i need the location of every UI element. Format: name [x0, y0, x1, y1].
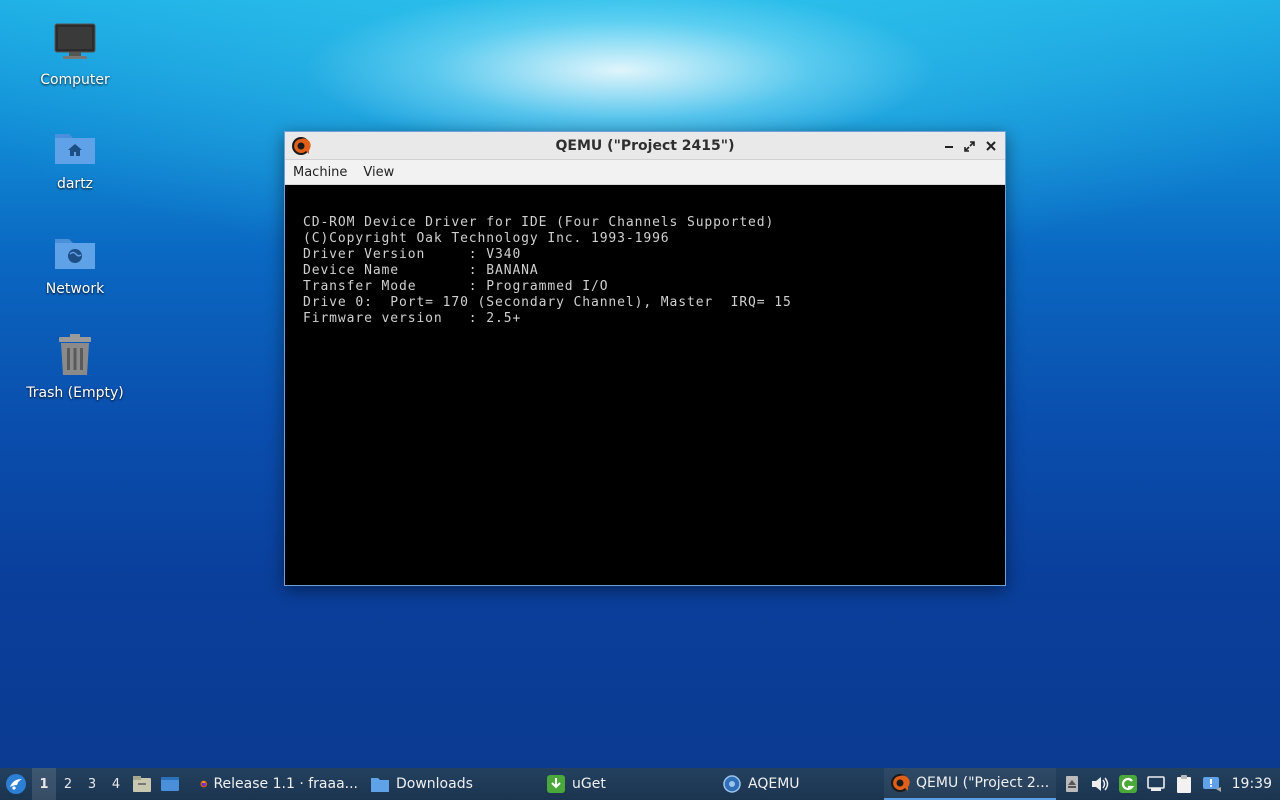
console-line: CD-ROM Device Driver for IDE (Four Chann…	[303, 215, 775, 230]
clock[interactable]: 19:39	[1226, 776, 1280, 792]
task-label: QEMU ("Project 2...	[916, 775, 1050, 791]
menu-view[interactable]: View	[355, 160, 402, 185]
task-label: AQEMU	[748, 776, 800, 792]
qemu-logo-icon	[891, 774, 910, 792]
workspace-2[interactable]: 2	[56, 768, 80, 800]
desktop-icon-label: dartz	[56, 176, 94, 192]
vm-display[interactable]: CD-ROM Device Driver for IDE (Four Chann…	[285, 186, 1005, 585]
uget-icon	[547, 775, 565, 793]
window-title: QEMU ("Project 2415")	[555, 137, 735, 154]
desktop-icon-trash[interactable]: Trash (Empty)	[15, 331, 135, 401]
trash-icon	[51, 331, 99, 379]
qemu-logo-icon	[291, 136, 311, 156]
task-uget[interactable]: uGet	[540, 768, 716, 800]
file-manager-launcher-icon[interactable]	[128, 768, 156, 800]
desktop-icon-label: Network	[45, 281, 105, 297]
computer-icon	[51, 18, 99, 66]
console-line: Firmware version : 2.5+	[303, 311, 522, 326]
qemu-window[interactable]: QEMU ("Project 2415") Machine View CD-RO…	[284, 131, 1006, 586]
uget-tray-icon[interactable]	[1114, 768, 1142, 800]
network-folder-icon	[51, 227, 99, 275]
lubuntu-logo-icon	[6, 774, 26, 794]
home-folder-icon	[51, 122, 99, 170]
console-line: Transfer Mode : Programmed I/O	[303, 279, 609, 294]
window-titlebar[interactable]: QEMU ("Project 2415")	[285, 132, 1005, 160]
aqemu-icon	[723, 775, 741, 793]
console-line: Device Name : BANANA	[303, 263, 539, 278]
clipboard-icon[interactable]	[1170, 768, 1198, 800]
console-line: Drive 0: Port= 170 (Secondary Channel), …	[303, 295, 792, 310]
desktop-icon-computer[interactable]: Computer	[15, 18, 135, 88]
task-aqemu[interactable]: AQEMU	[716, 768, 884, 800]
workspace-3[interactable]: 3	[80, 768, 104, 800]
console-line: Driver Version : V340	[303, 247, 522, 262]
task-firefox[interactable]: Release 1.1 · fraaa...	[194, 768, 364, 800]
firefox-icon	[200, 780, 208, 788]
show-desktop-icon[interactable]	[156, 768, 184, 800]
folder-icon	[371, 778, 389, 792]
maximize-button[interactable]	[961, 138, 978, 154]
task-label: Downloads	[396, 776, 473, 792]
task-label: Release 1.1 · fraaa...	[213, 776, 358, 792]
volume-icon[interactable]	[1086, 768, 1114, 800]
desktop-icon-home-folder[interactable]: dartz	[15, 122, 135, 192]
workspace-1[interactable]: 1	[32, 768, 56, 800]
network-icon[interactable]	[1142, 768, 1170, 800]
desktop-icon-label: Computer	[40, 72, 110, 88]
task-label: uGet	[572, 776, 606, 792]
desktop-icon-network[interactable]: Network	[15, 227, 135, 297]
task-qemu[interactable]: QEMU ("Project 2...	[884, 768, 1056, 800]
console-line: (C)Copyright Oak Technology Inc. 1993-19…	[303, 231, 670, 246]
menu-machine[interactable]: Machine	[285, 160, 355, 185]
window-menubar: Machine View	[285, 160, 1005, 185]
update-notifier-icon[interactable]	[1198, 768, 1226, 800]
task-downloads[interactable]: Downloads	[364, 768, 540, 800]
close-button[interactable]	[982, 138, 999, 154]
system-tray: 19:39	[1058, 768, 1280, 800]
eject-icon[interactable]	[1058, 768, 1086, 800]
desktop-icon-label: Trash (Empty)	[26, 385, 124, 401]
minimize-button[interactable]	[940, 138, 957, 154]
taskbar: 1 2 3 4 Release 1.1 · fraaa... Downloads…	[0, 768, 1280, 800]
start-menu-button[interactable]	[0, 768, 32, 800]
workspace-4[interactable]: 4	[104, 768, 128, 800]
